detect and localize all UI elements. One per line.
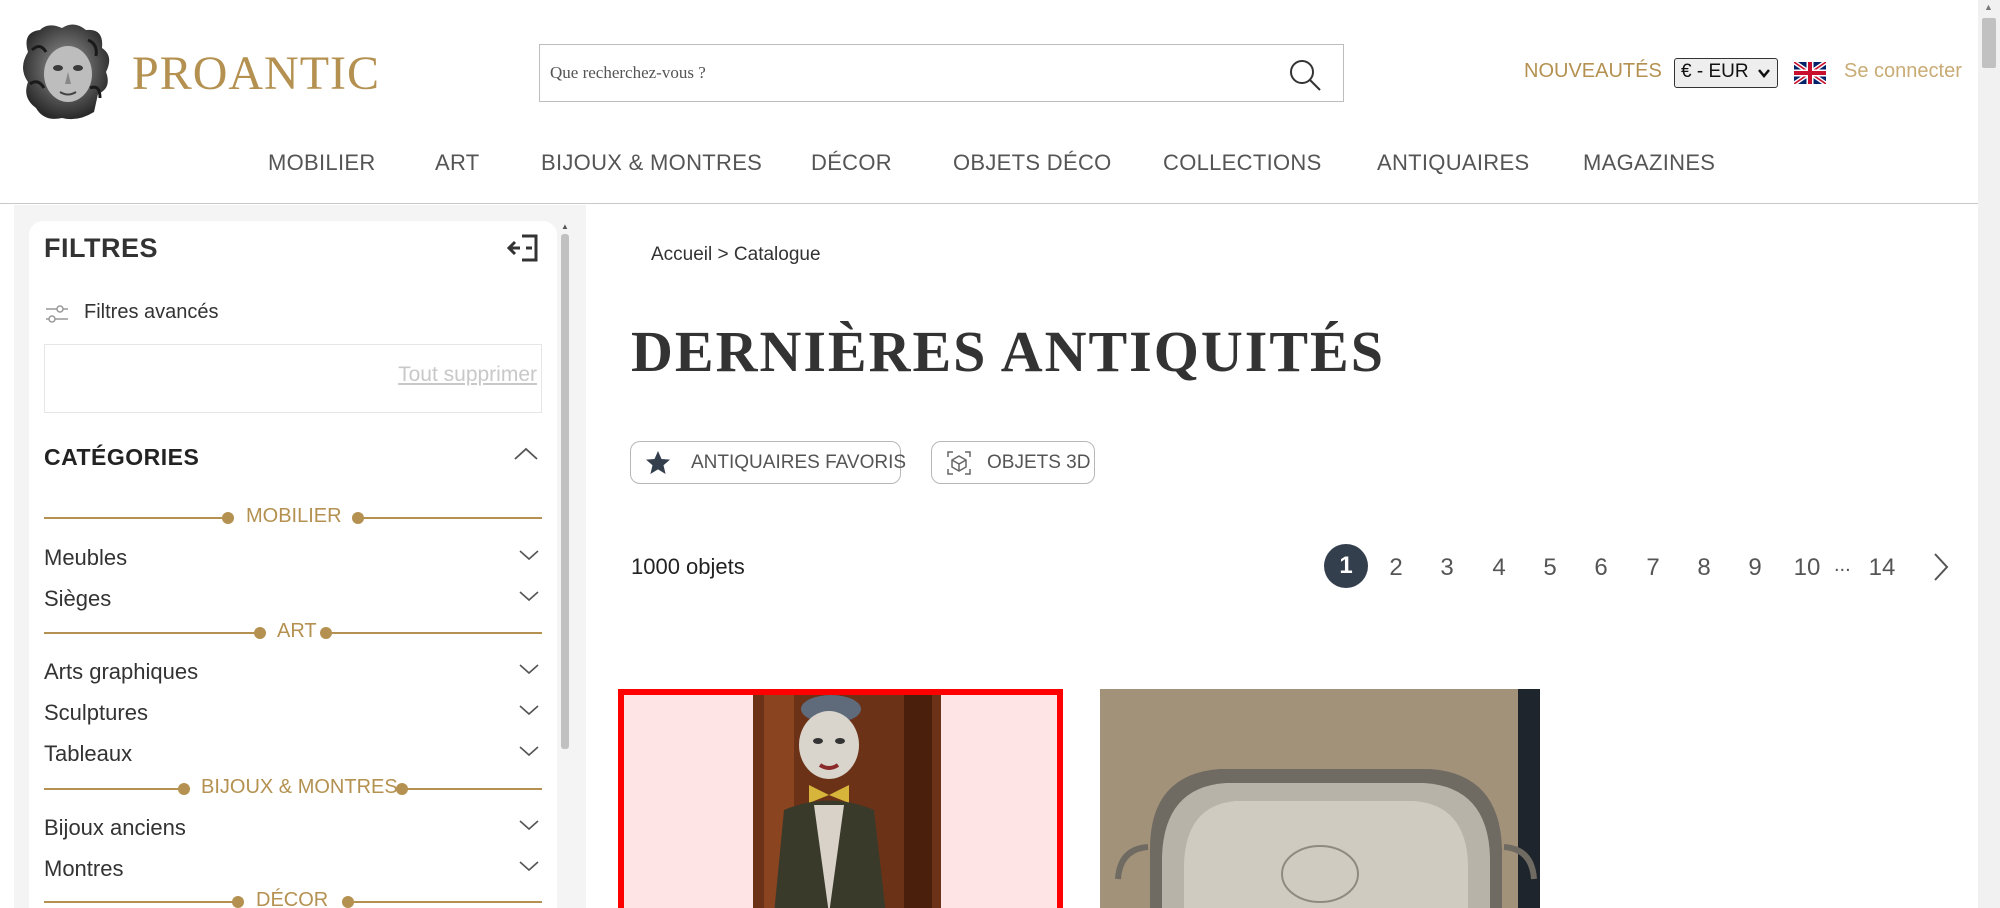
- group-separator-mobilier: MOBILIER: [44, 505, 542, 531]
- uk-flag-icon[interactable]: [1794, 62, 1826, 84]
- breadcrumb-current: Catalogue: [733, 244, 821, 265]
- main-nav: MOBILIER ART BIJOUX & MONTRES DÉCOR OBJE…: [0, 150, 1978, 180]
- group-separator-decor: DÉCOR: [44, 889, 542, 908]
- product-card-tray[interactable]: [1100, 689, 1540, 908]
- advanced-filters-label: Filtres avancés: [84, 301, 219, 323]
- page-4[interactable]: 4: [1481, 554, 1517, 582]
- category-montres[interactable]: Montres: [44, 854, 542, 884]
- category-tableaux[interactable]: Tableaux: [44, 739, 542, 769]
- page-scroll-thumb[interactable]: [1982, 18, 1996, 68]
- nav-objets-deco[interactable]: OBJETS DÉCO: [953, 150, 1112, 176]
- category-sculptures[interactable]: Sculptures: [44, 698, 542, 728]
- currency-select[interactable]: € - EUR: [1674, 58, 1778, 88]
- collapse-sidebar-icon[interactable]: [506, 233, 540, 263]
- page-9[interactable]: 9: [1737, 554, 1773, 582]
- chevron-down-icon: [519, 705, 539, 716]
- next-page-icon[interactable]: [1929, 550, 1953, 584]
- product-image: [624, 695, 1057, 908]
- chevron-down-icon: [519, 820, 539, 831]
- favorite-dealers-label: ANTIQUAIRES FAVORIS: [691, 452, 907, 473]
- category-label: Tableaux: [44, 741, 133, 766]
- breadcrumb-separator: >: [712, 244, 734, 265]
- sidebar-scroll-thumb[interactable]: [561, 234, 569, 749]
- pagination-ellipsis: ...: [1834, 554, 1851, 576]
- nav-collections[interactable]: COLLECTIONS: [1163, 150, 1322, 176]
- group-label-mobilier: MOBILIER: [246, 505, 342, 527]
- product-image: [1100, 689, 1540, 908]
- 3d-cube-icon: [947, 451, 971, 475]
- group-label-decor: DÉCOR: [256, 889, 329, 908]
- category-label: Bijoux anciens: [44, 815, 186, 840]
- site-header: PROANTIC NOUVEAUTÉS € - EUR Se connecter…: [0, 0, 1978, 204]
- nav-antiquaires[interactable]: ANTIQUAIRES: [1377, 150, 1529, 176]
- brand-name[interactable]: PROANTIC: [132, 46, 380, 101]
- group-separator-bijoux: BIJOUX & MONTRES: [44, 776, 542, 802]
- group-label-bijoux: BIJOUX & MONTRES: [201, 776, 398, 798]
- page-6[interactable]: 6: [1583, 554, 1619, 582]
- chevron-down-icon: [519, 746, 539, 757]
- page-5[interactable]: 5: [1532, 554, 1568, 582]
- page-1[interactable]: 1: [1324, 544, 1368, 588]
- category-label: Sculptures: [44, 700, 148, 725]
- nav-magazines[interactable]: MAGAZINES: [1583, 150, 1715, 176]
- chevron-up-icon[interactable]: [512, 443, 540, 465]
- nav-bijoux-montres[interactable]: BIJOUX & MONTRES: [541, 150, 762, 176]
- page: PROANTIC NOUVEAUTÉS € - EUR Se connecter…: [0, 0, 2000, 908]
- category-bijoux-anciens[interactable]: Bijoux anciens: [44, 813, 542, 843]
- category-label: Arts graphiques: [44, 659, 199, 684]
- breadcrumb-home[interactable]: Accueil: [651, 244, 712, 265]
- favorite-dealers-button[interactable]: ANTIQUAIRES FAVORIS: [630, 441, 906, 484]
- star-icon: [646, 451, 670, 474]
- 3d-objects-label: OBJETS 3D: [987, 452, 1091, 473]
- chevron-down-icon: [519, 591, 539, 602]
- active-filters-box: Tout supprimer: [44, 344, 542, 413]
- 3d-objects-button[interactable]: OBJETS 3D: [931, 441, 1095, 484]
- page-title: DERNIÈRES ANTIQUITÉS: [631, 319, 1385, 384]
- news-link[interactable]: NOUVEAUTÉS: [1524, 60, 1662, 83]
- group-label-art: ART: [277, 620, 317, 642]
- clear-all-link[interactable]: Tout supprimer: [398, 363, 537, 387]
- page-10[interactable]: 10: [1789, 554, 1825, 582]
- medusa-logo-icon[interactable]: [18, 22, 114, 122]
- category-label: Montres: [44, 856, 124, 881]
- filters-title: FILTRES: [44, 233, 158, 263]
- page-scrollbar[interactable]: ▲: [1978, 0, 2000, 908]
- sliders-icon: [46, 305, 68, 323]
- chevron-down-icon: [1758, 69, 1770, 78]
- search-icon[interactable]: [1287, 57, 1323, 93]
- page-3[interactable]: 3: [1429, 554, 1465, 582]
- category-arts-graphiques[interactable]: Arts graphiques: [44, 657, 542, 687]
- page-2[interactable]: 2: [1378, 554, 1414, 582]
- currency-value: € - EUR: [1681, 61, 1749, 82]
- pagination: 1 2 3 4 5 6 7 8 9 10 ... 14: [0, 544, 1978, 590]
- categories-title: CATÉGORIES: [44, 444, 200, 470]
- nav-mobilier[interactable]: MOBILIER: [268, 150, 376, 176]
- page-8[interactable]: 8: [1686, 554, 1722, 582]
- page-7[interactable]: 7: [1635, 554, 1671, 582]
- login-link[interactable]: Se connecter: [1844, 60, 1962, 83]
- chevron-down-icon: [519, 664, 539, 675]
- search-bar: [539, 44, 1344, 102]
- page-14[interactable]: 14: [1864, 554, 1900, 582]
- search-input[interactable]: [550, 58, 1250, 88]
- chevron-down-icon: [519, 861, 539, 872]
- breadcrumb: Accueil > Catalogue: [651, 244, 821, 266]
- nav-decor[interactable]: DÉCOR: [811, 150, 892, 176]
- nav-art[interactable]: ART: [435, 150, 480, 176]
- group-separator-art: ART: [44, 620, 542, 646]
- product-card-statue[interactable]: [618, 689, 1063, 908]
